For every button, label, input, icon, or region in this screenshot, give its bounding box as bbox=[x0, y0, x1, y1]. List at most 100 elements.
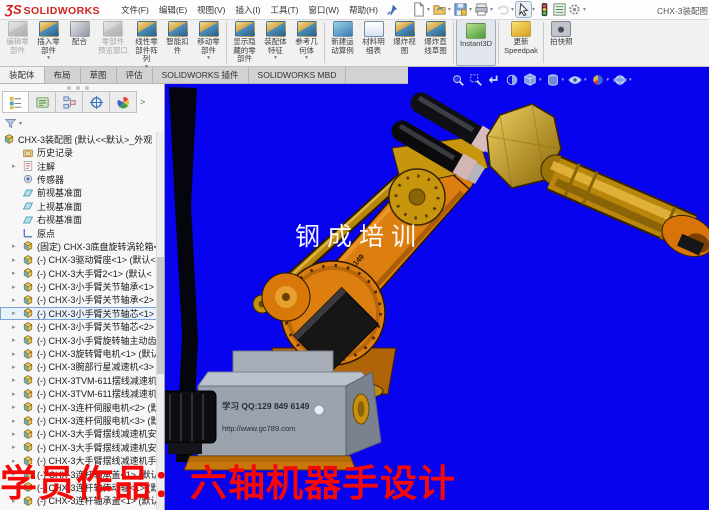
menu-item-视图[interactable]: 视图(V) bbox=[192, 1, 230, 19]
expand-arrow-icon[interactable]: ▸ bbox=[12, 403, 19, 411]
zoom-area-icon[interactable] bbox=[469, 73, 483, 87]
expand-arrow-icon[interactable]: ▸ bbox=[12, 336, 19, 344]
menu-item-插入[interactable]: 插入(I) bbox=[231, 1, 266, 19]
filter-funnel-icon[interactable] bbox=[4, 117, 17, 130]
new-file-icon[interactable] bbox=[411, 2, 426, 17]
exploded-view-button[interactable]: 爆炸视图 bbox=[389, 19, 420, 66]
rebuild-icon[interactable] bbox=[537, 2, 552, 17]
tree-item[interactable]: ▸ (-) CHX-3大手臂摆线减速机安 bbox=[0, 441, 157, 454]
tab-草图[interactable]: 草图 bbox=[81, 67, 117, 83]
panel-splitter-handle[interactable] bbox=[76, 86, 80, 90]
dropdown-caret-icon[interactable]: ▾ bbox=[427, 6, 430, 13]
tree-item[interactable]: ▸ (-) CHX-3TVM-611摆线减速机 bbox=[0, 374, 157, 387]
tree-item[interactable]: ▸ (-) CHX-3大手臂2<1> (默认< bbox=[0, 267, 157, 280]
tree-item[interactable]: ▸ (-) CHX-3腕部行星减速机<3> bbox=[0, 360, 157, 373]
smart-fasteners-button[interactable]: 智能扣件 bbox=[162, 19, 193, 66]
dropdown-caret-icon[interactable]: ▾ bbox=[583, 6, 586, 13]
take-snapshot-button[interactable]: 拍快照 bbox=[546, 19, 577, 66]
open-icon[interactable] bbox=[432, 2, 447, 17]
tree-item[interactable]: ▸ 历史记录 bbox=[0, 146, 157, 159]
dropdown-caret-icon[interactable]: ▾ bbox=[532, 6, 535, 13]
dropdown-caret-icon[interactable]: ▾ bbox=[448, 6, 451, 13]
tree-item[interactable]: ▸ 传感器 bbox=[0, 173, 157, 186]
insert-component-button[interactable]: 插入零部件 ▾ bbox=[33, 19, 64, 66]
tree-item[interactable]: ▸ 原点 bbox=[0, 226, 157, 239]
expand-arrow-icon[interactable]: ▸ bbox=[12, 162, 19, 170]
instant3d-button[interactable]: Instant3D bbox=[456, 19, 496, 66]
view-settings-icon[interactable] bbox=[613, 73, 627, 87]
dropdown-caret-icon[interactable]: ▾ bbox=[490, 6, 493, 13]
robot-model[interactable]: 钢成培训QQ:129 849 6149 http://www.gc789.com bbox=[165, 98, 709, 470]
expand-arrow-icon[interactable]: ▸ bbox=[12, 323, 19, 331]
previous-view-icon[interactable] bbox=[487, 73, 501, 87]
tab-SOLIDWORKS 插件[interactable]: SOLIDWORKS 插件 bbox=[153, 67, 249, 83]
tree-item[interactable]: ▸ (固定) CHX-3底盘旋转涡轮箱< bbox=[0, 240, 157, 253]
expand-arrow-icon[interactable]: ▸ bbox=[12, 350, 19, 358]
dropdown-caret-icon[interactable]: ▾ bbox=[584, 77, 587, 83]
expand-arrow-icon[interactable]: ▸ bbox=[12, 430, 19, 438]
expand-arrow-icon[interactable]: ▸ bbox=[12, 443, 19, 451]
hide-show-items-icon[interactable] bbox=[568, 73, 582, 87]
select-cursor-icon[interactable] bbox=[516, 2, 531, 17]
explode-line-sketch-button[interactable]: 爆炸直线草图 bbox=[420, 19, 451, 66]
mate-button[interactable]: 配合 bbox=[64, 19, 95, 66]
pin-icon[interactable] bbox=[385, 3, 399, 17]
display-style-icon[interactable] bbox=[546, 73, 560, 87]
tree-filter[interactable]: ▾ bbox=[4, 117, 22, 130]
menu-item-编辑[interactable]: 编辑(E) bbox=[154, 1, 192, 19]
tree-item[interactable]: ▸ 右视基准面 bbox=[0, 213, 157, 226]
show-hidden-button[interactable]: 显示隐藏的零部件 bbox=[229, 19, 260, 66]
dropdown-caret-icon[interactable]: ▾ bbox=[511, 6, 514, 13]
undo-icon[interactable] bbox=[495, 2, 510, 17]
tree-item[interactable]: ▸ 上视基准面 bbox=[0, 200, 157, 213]
tree-item[interactable]: ▸ (-) CHX-3小手臂关节轴芯<2> bbox=[0, 320, 157, 333]
tree-item[interactable]: ▸ (-) CHX-3小手臂关节轴承<2> bbox=[0, 293, 157, 306]
menu-item-窗口[interactable]: 窗口(W) bbox=[303, 1, 344, 19]
dropdown-caret-icon[interactable]: ▾ bbox=[607, 77, 610, 83]
zoom-fit-icon[interactable] bbox=[451, 73, 465, 87]
tree-item[interactable]: ▸ (-) CHX-3驱动臂座<1> (默认< bbox=[0, 253, 157, 266]
expand-arrow-icon[interactable]: ▸ bbox=[12, 296, 19, 304]
panel-tab-configuration-manager[interactable] bbox=[56, 91, 83, 113]
tree-item[interactable]: ▸ (-) CHX-3旋转臂电机<1> (默认 bbox=[0, 347, 157, 360]
menu-item-文件[interactable]: 文件(F) bbox=[116, 1, 154, 19]
tree-item[interactable]: ▸ (-) CHX-3小手臂关节轴芯<1> bbox=[0, 307, 157, 320]
view-orientation-icon[interactable] bbox=[523, 73, 537, 87]
move-component-button[interactable]: 移动零部件 ▾ bbox=[193, 19, 224, 66]
new-motion-study-button[interactable]: 新建运动算例 bbox=[327, 19, 358, 66]
save-icon[interactable] bbox=[453, 2, 468, 17]
menu-item-帮助[interactable]: 帮助(H) bbox=[344, 1, 383, 19]
update-speedpak-button[interactable]: 更新Speedpak bbox=[501, 19, 541, 66]
expand-arrow-icon[interactable]: ▸ bbox=[12, 269, 19, 277]
expand-arrow-icon[interactable]: ▸ bbox=[12, 376, 19, 384]
bom-button[interactable]: 材料明细表 bbox=[358, 19, 389, 66]
tree-item[interactable]: ▸ (-) CHX-3连杆伺服电机<3> (默 bbox=[0, 414, 157, 427]
tree-item[interactable]: ▸ 注解 bbox=[0, 159, 157, 172]
tab-装配体[interactable]: 装配体 bbox=[0, 67, 45, 83]
tree-item[interactable]: ▸ (-) CHX-3小手臂关节轴承<1> bbox=[0, 280, 157, 293]
dropdown-caret-icon[interactable]: ▾ bbox=[539, 77, 542, 83]
dropdown-caret-icon[interactable]: ▾ bbox=[469, 6, 472, 13]
expand-arrow-icon[interactable]: ▸ bbox=[12, 417, 19, 425]
edit-component-button[interactable]: 编辑零部件 bbox=[2, 19, 33, 66]
task-pane-icon[interactable] bbox=[552, 2, 567, 17]
expand-arrow-icon[interactable]: ▸ bbox=[12, 363, 19, 371]
tree-item[interactable]: ▸ (-) CHX-3小手臂旋转轴主动齿 bbox=[0, 333, 157, 346]
reference-geometry-button[interactable]: 参考几何体 ▾ bbox=[291, 19, 322, 66]
print-icon[interactable] bbox=[474, 2, 489, 17]
panel-tab-feature-manager[interactable] bbox=[2, 91, 29, 113]
tree-item[interactable]: ▸ 前视基准面 bbox=[0, 186, 157, 199]
expand-arrow-icon[interactable]: ▸ bbox=[12, 283, 19, 291]
menu-item-工具[interactable]: 工具(T) bbox=[266, 1, 304, 19]
panel-tab-display-manager[interactable] bbox=[110, 91, 137, 113]
tree-scrollbar[interactable] bbox=[156, 132, 164, 510]
component-preview-button[interactable]: 零部件预览窗口 bbox=[95, 19, 131, 66]
tree-item[interactable]: ▸ (-) CHX-3TVM-611摆线减速机 bbox=[0, 387, 157, 400]
tree-root-item[interactable]: CHX-3装配图 (默认<<默认>_外观 bbox=[0, 132, 157, 146]
panel-tab-dimxpert-manager[interactable] bbox=[83, 91, 110, 113]
tree-scrollbar-thumb[interactable] bbox=[157, 257, 164, 374]
filter-caret-icon[interactable]: ▾ bbox=[19, 120, 22, 127]
graphics-viewport[interactable]: 钢成培训QQ:129 849 6149 http://www.gc789.com bbox=[165, 67, 709, 510]
options-gear-icon[interactable] bbox=[567, 2, 582, 17]
expand-arrow-icon[interactable]: ▸ bbox=[12, 309, 19, 317]
